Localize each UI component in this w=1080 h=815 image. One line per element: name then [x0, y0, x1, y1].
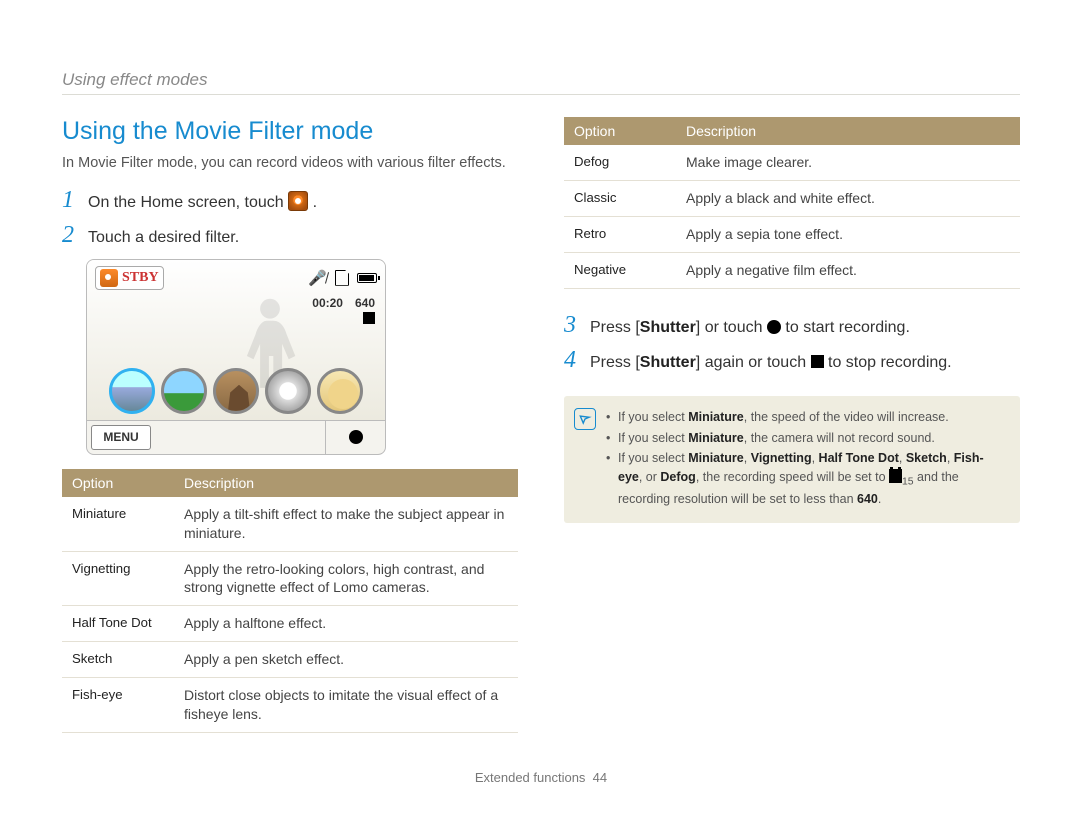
battery-icon: [357, 273, 377, 283]
stby-label: STBY: [122, 270, 159, 286]
footer-section: Extended functions: [475, 770, 586, 785]
filter-thumb-1[interactable]: [109, 368, 155, 414]
filter-thumb-5[interactable]: [317, 368, 363, 414]
steps-left: On the Home screen, touch . Touch a desi…: [62, 188, 518, 249]
stop-icon: [811, 355, 824, 368]
menu-button[interactable]: MENU: [91, 425, 151, 450]
filter-table-right: Option Description DefogMake image clear…: [564, 117, 1020, 289]
th-desc: Description: [174, 469, 518, 497]
step1-post: .: [313, 194, 317, 211]
th-option: Option: [62, 469, 174, 497]
table-row: ClassicApply a black and white effect.: [564, 180, 1020, 216]
note-box: If you select Miniature, the speed of th…: [564, 396, 1020, 523]
camera-icon: [100, 269, 118, 287]
footer: Extended functions 44: [62, 746, 1020, 785]
th-option: Option: [564, 117, 676, 145]
camera-lcd: STBY 🎤̸ 00:20 640: [86, 259, 386, 455]
record-button[interactable]: [325, 421, 385, 454]
sd-card-icon: [335, 270, 349, 286]
filter-table-left: Option Description MiniatureApply a tilt…: [62, 469, 518, 733]
film-reel-icon: [889, 469, 902, 483]
page-title: Using the Movie Filter mode: [62, 117, 518, 146]
table-row: RetroApply a sepia tone effect.: [564, 216, 1020, 252]
table-row: Fish-eyeDistort close objects to imitate…: [62, 678, 518, 733]
movie-filter-home-icon: [288, 191, 308, 211]
shutter-label: Shutter: [640, 319, 696, 336]
step1-pre: On the Home screen, touch: [88, 194, 288, 211]
table-row: DefogMake image clearer.: [564, 145, 1020, 180]
table-row: NegativeApply a negative film effect.: [564, 252, 1020, 288]
step2: Touch a desired filter.: [88, 227, 518, 249]
filter-thumbnails: [87, 362, 385, 420]
record-dot-icon: [767, 320, 781, 334]
breadcrumb: Using effect modes: [62, 70, 1020, 95]
reel-icon: [363, 312, 375, 324]
filter-thumb-2[interactable]: [161, 368, 207, 414]
intro-text: In Movie Filter mode, you can record vid…: [62, 154, 518, 174]
resolution-badge: 640: [355, 296, 375, 310]
table-row: VignettingApply the retro-looking colors…: [62, 551, 518, 606]
table-row: MiniatureApply a tilt-shift effect to ma…: [62, 497, 518, 551]
left-column: Using the Movie Filter mode In Movie Fil…: [62, 117, 518, 746]
filter-thumb-4[interactable]: [265, 368, 311, 414]
page-number: 44: [593, 770, 607, 785]
th-desc: Description: [676, 117, 1020, 145]
elapsed-time: 00:20: [312, 296, 343, 310]
table-row: SketchApply a pen sketch effect.: [62, 642, 518, 678]
shutter-label: Shutter: [640, 354, 696, 371]
steps-right: Press [Shutter] or touch to start record…: [564, 313, 1020, 374]
standby-badge: STBY: [95, 266, 164, 290]
filter-thumb-3[interactable]: [213, 368, 259, 414]
right-column: Option Description DefogMake image clear…: [564, 117, 1020, 746]
table-row: Half Tone DotApply a halftone effect.: [62, 606, 518, 642]
mic-off-icon: 🎤̸: [308, 269, 327, 287]
record-dot-icon: [349, 430, 363, 444]
note-icon: [574, 408, 596, 430]
